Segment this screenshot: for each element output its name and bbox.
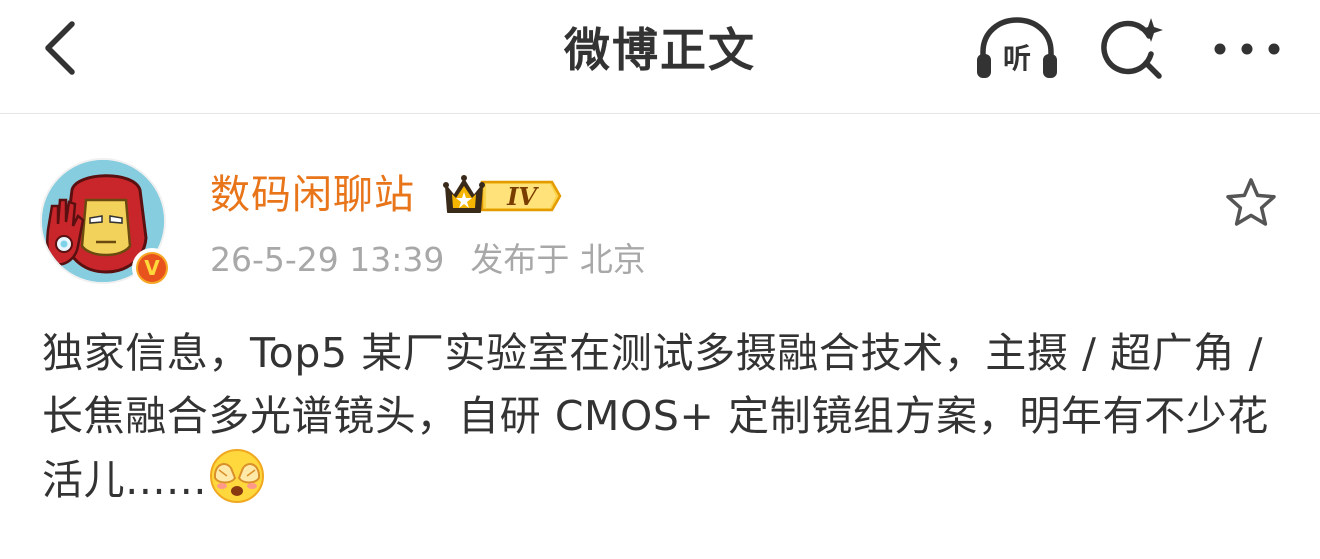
author-avatar[interactable]: V (40, 158, 172, 288)
face-covering-eyes-emoji (209, 448, 265, 504)
post-meta: 26-5-29 13:39 发布于 北京 (210, 238, 646, 282)
crown-level-icon: IV (443, 175, 562, 213)
listen-button[interactable]: 听 (972, 14, 1062, 84)
more-dots-icon (1214, 43, 1280, 55)
search-button[interactable] (1094, 14, 1170, 84)
verified-badge-label: V (138, 254, 166, 282)
listen-label: 听 (1003, 42, 1031, 75)
more-button[interactable] (1202, 14, 1292, 84)
back-button[interactable] (28, 16, 92, 80)
verified-badge: V (132, 248, 172, 288)
user-level-badge: IV (442, 172, 564, 220)
post-text: 独家信息，Top5 某厂实验室在测试多摄融合技术，主摄 / 超广角 / 长焦融合… (42, 322, 1288, 512)
headphones-icon: 听 (977, 17, 1057, 78)
favorite-button[interactable] (1222, 174, 1280, 232)
star-outline-icon (1226, 178, 1276, 226)
level-label: IV (506, 182, 539, 211)
top-nav-bar: 微博正文 听 (0, 0, 1320, 114)
author-name[interactable]: 数码闲聊站 (210, 168, 415, 222)
post-time: 26-5-29 13:39 (210, 240, 445, 279)
location-prefix: 发布于 (470, 240, 570, 279)
post-location: 北京 (579, 240, 646, 279)
search-sparkle-icon (1101, 18, 1163, 79)
chevron-left-icon (45, 21, 75, 75)
